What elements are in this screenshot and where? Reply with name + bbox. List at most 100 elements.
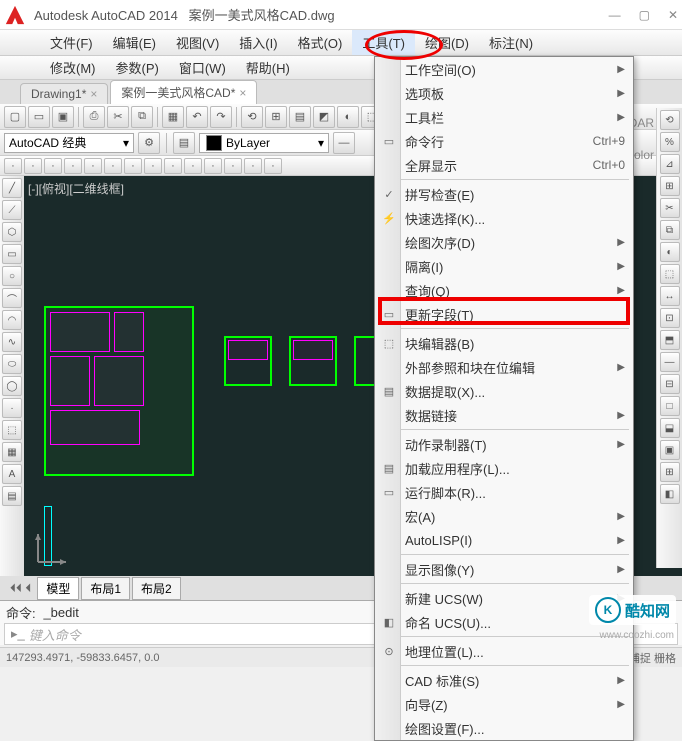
command-input[interactable]: 键入命令: [29, 625, 81, 644]
draw-tool-13[interactable]: A: [2, 464, 22, 484]
linetype-btn[interactable]: —: [333, 132, 355, 154]
modify-tool-7[interactable]: ⬚: [660, 264, 680, 284]
workspace-settings-icon[interactable]: ⚙: [138, 132, 160, 154]
menu-文件[interactable]: 文件(F): [40, 30, 103, 55]
menu-修改[interactable]: 修改(M): [40, 55, 106, 80]
toolbar-btn-7[interactable]: ↶: [186, 106, 208, 128]
close-tab-icon[interactable]: ×: [90, 87, 97, 101]
menu-窗口[interactable]: 窗口(W): [169, 55, 236, 80]
draw-tool-10[interactable]: ·: [2, 398, 22, 418]
menu-item-工作空间[interactable]: 工作空间(O)▶: [375, 57, 633, 81]
draw-tool-11[interactable]: ⬚: [2, 420, 22, 440]
draw-tool-6[interactable]: ◠: [2, 310, 22, 330]
close-icon[interactable]: ✕: [668, 8, 678, 22]
toolbar2-btn-11[interactable]: ·: [224, 158, 242, 174]
modify-tool-3[interactable]: ⊞: [660, 176, 680, 196]
modify-tool-14[interactable]: ⬓: [660, 418, 680, 438]
toolbar-btn-13[interactable]: ◐: [337, 106, 359, 128]
draw-tool-14[interactable]: ▤: [2, 486, 22, 506]
menu-item-显示图像[interactable]: 显示图像(Y)▶: [375, 557, 633, 581]
modify-tool-6[interactable]: ◐: [660, 242, 680, 262]
modify-tool-5[interactable]: ⧉: [660, 220, 680, 240]
layout-tab-布局2[interactable]: 布局2: [132, 577, 181, 600]
toolbar2-btn-7[interactable]: ·: [144, 158, 162, 174]
toolbar-btn-0[interactable]: ▢: [4, 106, 26, 128]
menu-item-数据提取[interactable]: ▤数据提取(X)...: [375, 379, 633, 403]
menu-item-向导[interactable]: 向导(Z)▶: [375, 692, 633, 716]
menu-item-工具栏[interactable]: 工具栏▶: [375, 105, 633, 129]
modify-tool-2[interactable]: ⊿: [660, 154, 680, 174]
menu-item-更新字段[interactable]: ▭更新字段(T): [375, 302, 633, 326]
draw-tool-2[interactable]: ⬡: [2, 222, 22, 242]
menu-item-AutoLISP[interactable]: AutoLISP(I)▶: [375, 528, 633, 552]
toolbar2-btn-4[interactable]: ·: [84, 158, 102, 174]
minimize-icon[interactable]: ―: [609, 8, 621, 22]
menu-item-宏[interactable]: 宏(A)▶: [375, 504, 633, 528]
menu-插入[interactable]: 插入(I): [229, 30, 287, 55]
draw-tool-7[interactable]: ∿: [2, 332, 22, 352]
modify-tool-0[interactable]: ⟲: [660, 110, 680, 130]
toolbar2-btn-6[interactable]: ·: [124, 158, 142, 174]
draw-tool-5[interactable]: ⌒: [2, 288, 22, 308]
menu-编辑[interactable]: 编辑(E): [103, 30, 166, 55]
toolbar2-btn-10[interactable]: ·: [204, 158, 222, 174]
toolbar-btn-2[interactable]: ▣: [52, 106, 74, 128]
toolbar2-btn-2[interactable]: ·: [44, 158, 62, 174]
workspace-select[interactable]: AutoCAD 经典▾: [4, 133, 134, 153]
close-tab-icon[interactable]: ×: [239, 86, 246, 100]
toolbar-btn-5[interactable]: ⧉: [131, 106, 153, 128]
file-tab[interactable]: Drawing1*×: [20, 83, 108, 104]
modify-tool-9[interactable]: ⊡: [660, 308, 680, 328]
menu-item-拼写检查[interactable]: ✓拼写检查(E): [375, 182, 633, 206]
menu-item-查询[interactable]: 查询(Q)▶: [375, 278, 633, 302]
toolbar-btn-3[interactable]: ⎙: [83, 106, 105, 128]
toolbar-btn-11[interactable]: ▤: [289, 106, 311, 128]
toolbar2-btn-1[interactable]: ·: [24, 158, 42, 174]
draw-tool-4[interactable]: ○: [2, 266, 22, 286]
menu-工具[interactable]: 工具(T): [352, 30, 415, 55]
file-tab[interactable]: 案例一美式风格CAD*×: [110, 80, 257, 104]
tab-nav-prev-icon[interactable]: ⏴⏴ ⏴: [10, 581, 31, 596]
menu-item-数据链接[interactable]: 数据链接▶: [375, 403, 633, 427]
modify-tool-15[interactable]: ▣: [660, 440, 680, 460]
toolbar2-btn-13[interactable]: ·: [264, 158, 282, 174]
menu-item-绘图设置[interactable]: 绘图设置(F)...: [375, 716, 633, 740]
draw-tool-9[interactable]: ◯: [2, 376, 22, 396]
draw-tool-3[interactable]: ▭: [2, 244, 22, 264]
modify-tool-8[interactable]: ↔: [660, 286, 680, 306]
toolbar2-btn-8[interactable]: ·: [164, 158, 182, 174]
menu-绘图[interactable]: 绘图(D): [415, 30, 479, 55]
toolbar-btn-12[interactable]: ◩: [313, 106, 335, 128]
toolbar2-btn-5[interactable]: ·: [104, 158, 122, 174]
draw-tool-8[interactable]: ⬭: [2, 354, 22, 374]
modify-tool-17[interactable]: ◧: [660, 484, 680, 504]
menu-item-命令行[interactable]: ▭命令行Ctrl+9: [375, 129, 633, 153]
toolbar-btn-6[interactable]: ▦: [162, 106, 184, 128]
layout-tab-模型[interactable]: 模型: [37, 577, 79, 600]
menu-item-快速选择[interactable]: ⚡快速选择(K)...: [375, 206, 633, 230]
menu-item-运行脚本[interactable]: ▭运行脚本(R)...: [375, 480, 633, 504]
menu-格式[interactable]: 格式(O): [288, 30, 353, 55]
modify-tool-13[interactable]: □: [660, 396, 680, 416]
draw-tool-0[interactable]: ╱: [2, 178, 22, 198]
menu-item-加载应用程序[interactable]: ▤加载应用程序(L)...: [375, 456, 633, 480]
layout-tab-布局1[interactable]: 布局1: [81, 577, 130, 600]
layer-btn[interactable]: ▤: [173, 132, 195, 154]
toolbar-btn-8[interactable]: ↷: [210, 106, 232, 128]
menu-视图[interactable]: 视图(V): [166, 30, 229, 55]
toolbar-btn-1[interactable]: ▭: [28, 106, 50, 128]
toolbar-btn-9[interactable]: ⟲: [241, 106, 263, 128]
draw-tool-12[interactable]: ▦: [2, 442, 22, 462]
toolbar2-btn-12[interactable]: ·: [244, 158, 262, 174]
modify-tool-12[interactable]: ⊟: [660, 374, 680, 394]
toolbar-btn-4[interactable]: ✂: [107, 106, 129, 128]
modify-tool-4[interactable]: ✂: [660, 198, 680, 218]
menu-item-动作录制器[interactable]: 动作录制器(T)▶: [375, 432, 633, 456]
menu-item-CAD 标准[interactable]: CAD 标准(S)▶: [375, 668, 633, 692]
toolbar-btn-10[interactable]: ⊞: [265, 106, 287, 128]
menu-item-绘图次序[interactable]: 绘图次序(D)▶: [375, 230, 633, 254]
modify-tool-11[interactable]: —: [660, 352, 680, 372]
viewport-label[interactable]: [-][俯视][二维线框]: [28, 180, 124, 197]
menu-item-外部参照和块在位编辑[interactable]: 外部参照和块在位编辑▶: [375, 355, 633, 379]
menu-item-块编辑器[interactable]: ⬚块编辑器(B): [375, 331, 633, 355]
